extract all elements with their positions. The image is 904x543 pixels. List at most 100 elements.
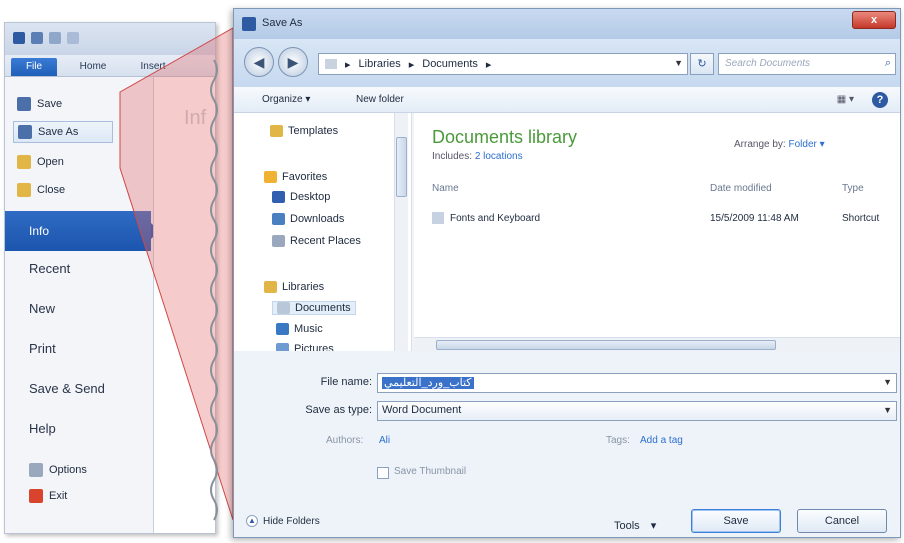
chevron-down-icon[interactable]: ▼ [883,377,892,387]
nav-item-pictures[interactable]: Pictures [276,343,334,351]
cancel-button[interactable]: Cancel [797,509,887,533]
file-row[interactable]: Fonts and Keyboard 15/5/2009 11:48 AM Sh… [432,211,900,229]
save-as-type-select[interactable]: Word Document ▼ [377,401,897,421]
nav-item-templates[interactable]: Templates [270,125,338,137]
nav-item-documents[interactable]: Documents [272,301,356,315]
scrollbar-thumb[interactable] [436,340,776,350]
save-thumbnail-checkbox[interactable] [377,467,389,479]
back-button[interactable]: ◀ [244,47,274,77]
open-folder-icon [17,155,31,169]
navigation-row: ◀ ▶ ▸ Libraries ▸ Documents ▸ ▼ ↻ Search… [234,39,900,87]
scrollbar-thumb[interactable] [396,137,407,197]
new-folder-button[interactable]: New folder [356,94,404,105]
downloads-icon [272,213,285,225]
refresh-button[interactable]: ↻ [690,53,714,75]
column-header-type[interactable]: Type [842,183,864,194]
library-title: Documents library [432,127,578,147]
file-name-field[interactable]: كتاب_ورد_التعليمي ▼ [377,373,897,393]
menu-close[interactable]: Close [17,179,65,201]
quick-access-toolbar [5,23,215,55]
menu-options[interactable]: Options [29,459,87,481]
star-icon [264,171,277,183]
ribbon-tabs: File Home Insert [5,55,215,77]
menu-open[interactable]: Open [17,151,64,173]
info-heading: Inf [184,107,207,129]
breadcrumb-documents[interactable]: Documents [422,58,478,70]
save-icon[interactable] [31,32,43,44]
screenshot: File Home Insert Save Save As Open Close… [0,0,904,543]
shortcut-icon [432,212,444,224]
horizontal-scrollbar[interactable] [414,337,900,351]
dialog-titlebar: Save As x [234,9,900,39]
recent-places-icon [272,235,285,247]
menu-save-as[interactable]: Save As [13,121,113,143]
nav-item-music[interactable]: Music [276,323,323,335]
navigation-pane: Templates Favorites Desktop Downloads Re… [234,113,412,351]
file-list-pane: Documents library Includes: 2 locations … [414,113,900,337]
save-as-icon [242,17,256,31]
forward-button[interactable]: ▶ [278,47,308,77]
menu-help[interactable]: Help [29,421,56,436]
file-name-label: File name: [320,376,372,388]
folder-icon [325,59,337,69]
word-logo-icon [13,32,25,44]
tools-button[interactable]: Tools ▾ [614,519,656,532]
menu-exit[interactable]: Exit [29,485,67,507]
hide-folders-button[interactable]: ▲ Hide Folders [246,515,320,527]
menu-print[interactable]: Print [29,341,56,356]
menu-save[interactable]: Save [17,93,62,115]
save-form: File name: كتاب_ورد_التعليمي ▼ Save as t… [234,351,900,537]
dialog-toolbar: Organize ▾ New folder ▦ ▾ ? [234,87,900,113]
nav-item-desktop[interactable]: Desktop [272,191,330,203]
views-icon[interactable]: ▦ ▾ [837,94,854,105]
chevron-down-icon[interactable]: ▼ [883,405,892,415]
desktop-icon [272,191,285,203]
organize-button[interactable]: Organize ▾ [262,94,310,105]
address-bar[interactable]: ▸ Libraries ▸ Documents ▸ ▼ [318,53,688,75]
locations-link[interactable]: 2 locations [475,151,523,162]
arrange-by-dropdown[interactable]: Folder ▾ [788,139,824,150]
chevron-down-icon: ▾ [650,520,657,532]
search-input[interactable]: Search Documents ⌕ [718,53,896,75]
redo-icon[interactable] [67,32,79,44]
tab-insert[interactable]: Insert [131,58,175,76]
back-arrow-icon: ◀ [253,54,265,70]
nav-item-libraries[interactable]: Libraries [264,281,324,293]
menu-info[interactable]: Info [5,211,159,251]
forward-arrow-icon: ▶ [287,54,299,70]
tags-value[interactable]: Add a tag [640,435,683,446]
menu-new[interactable]: New [29,301,55,316]
chevron-down-icon[interactable]: ▼ [674,58,683,68]
save-as-dialog: Save As x ◀ ▶ ▸ Libraries ▸ Documents ▸ … [233,8,901,538]
close-button[interactable]: x [852,11,896,29]
nav-item-downloads[interactable]: Downloads [272,213,344,225]
libraries-icon [264,281,277,293]
save-button[interactable]: Save [691,509,781,533]
exit-icon [29,489,43,503]
save-icon [17,97,31,111]
menu-save-send[interactable]: Save & Send [29,381,105,396]
save-thumbnail-label: Save Thumbnail [394,466,467,477]
close-folder-icon [17,183,31,197]
arrange-by: Arrange by: Folder ▾ [734,139,825,150]
column-header-name[interactable]: Name [432,183,459,194]
chevron-right-icon: ▸ [408,58,415,71]
nav-item-favorites[interactable]: Favorites [264,171,327,183]
options-icon [29,463,43,477]
dialog-title: Save As [262,17,303,29]
tab-home[interactable]: Home [73,58,113,76]
help-icon[interactable]: ? [872,92,888,108]
authors-value[interactable]: Ali [379,435,390,446]
save-as-icon [18,125,32,139]
nav-item-recent-places[interactable]: Recent Places [272,235,361,247]
menu-recent[interactable]: Recent [29,261,70,276]
breadcrumb-libraries[interactable]: Libraries [359,58,401,70]
search-icon: ⌕ [884,57,891,69]
undo-icon[interactable] [49,32,61,44]
column-header-date[interactable]: Date modified [710,183,772,194]
chevron-right-icon: ▸ [485,58,492,71]
refresh-icon: ↻ [697,58,707,70]
nav-pane-scrollbar[interactable] [394,113,408,351]
pictures-icon [276,343,289,351]
tab-file[interactable]: File [11,58,57,76]
